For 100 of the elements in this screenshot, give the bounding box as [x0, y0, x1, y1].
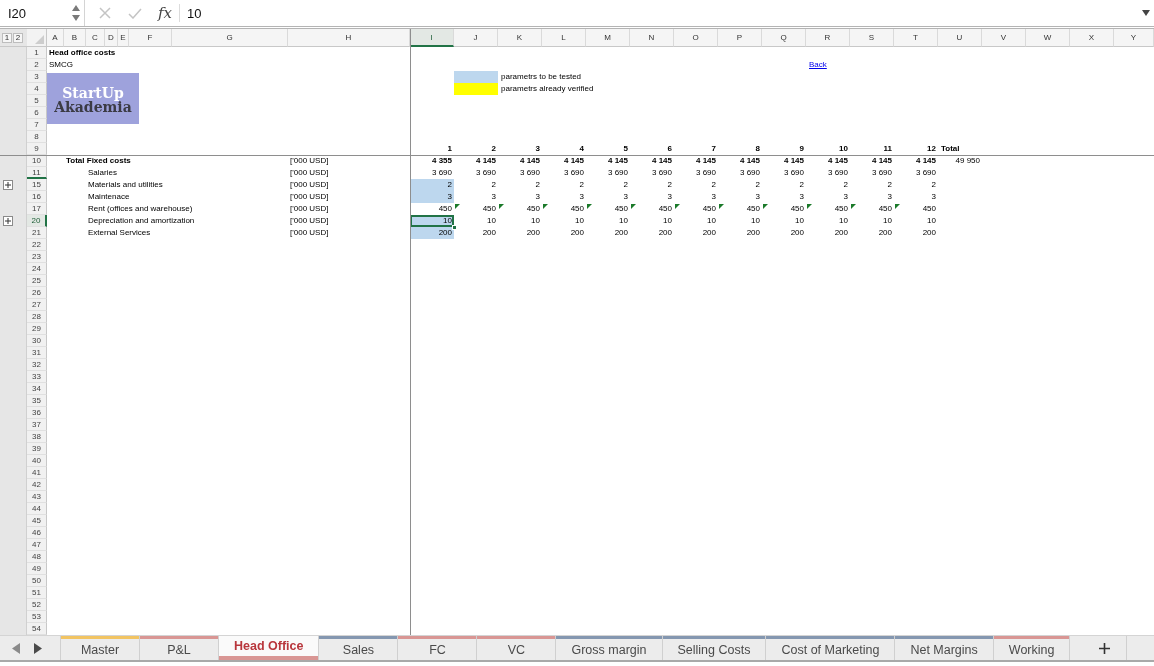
column-header[interactable]: E [118, 29, 129, 47]
sheet-tab[interactable]: Head Office [219, 636, 320, 660]
fill-handle[interactable] [452, 225, 457, 230]
column-header[interactable]: X [1070, 29, 1114, 47]
row-header[interactable]: 15 [27, 179, 47, 191]
sheet-tab[interactable]: Sales [319, 636, 399, 660]
row-header[interactable]: 45 [27, 515, 47, 527]
column-header[interactable]: V [982, 29, 1026, 47]
scroll-right-button[interactable] [34, 642, 42, 654]
sheet-tab[interactable]: P&L [140, 636, 219, 660]
row-header[interactable]: 25 [27, 275, 47, 287]
row-header[interactable]: 3 [27, 71, 47, 83]
row-header[interactable]: 32 [27, 359, 47, 371]
row-header[interactable]: 29 [27, 323, 47, 335]
row-header[interactable]: 4 [27, 83, 47, 95]
row-header[interactable]: 1 [27, 47, 47, 59]
row-header[interactable]: 50 [27, 575, 47, 587]
column-header[interactable]: D [105, 29, 118, 47]
column-header[interactable]: G [172, 29, 288, 47]
row-header[interactable]: 9 [27, 143, 47, 155]
column-header[interactable]: I [410, 29, 454, 47]
formula-field[interactable]: 10 [180, 0, 1142, 26]
row-header[interactable]: 54 [27, 623, 47, 635]
row-header[interactable]: 53 [27, 611, 47, 623]
row-header[interactable]: 23 [27, 251, 47, 263]
row-header[interactable]: 40 [27, 455, 47, 467]
outline-level-button[interactable]: 1 [2, 32, 12, 43]
row-header[interactable]: 21 [27, 227, 47, 239]
sheet-tab[interactable]: FC [398, 636, 478, 660]
table-cell-text: 3 690 [430, 167, 453, 179]
column-header[interactable]: O [674, 29, 718, 47]
row-header[interactable]: 20 [27, 215, 47, 227]
column-header[interactable]: N [630, 29, 674, 47]
row-header[interactable]: 5 [27, 95, 47, 107]
outline-level-button[interactable]: 2 [13, 32, 23, 43]
column-header[interactable]: R [806, 29, 850, 47]
column-header[interactable]: J [454, 29, 498, 47]
table-cell-text: 200 [613, 227, 629, 239]
row-header[interactable]: 34 [27, 383, 47, 395]
row-header[interactable]: 6 [27, 107, 47, 119]
row-header[interactable]: 43 [27, 491, 47, 503]
row-header[interactable]: 16 [27, 191, 47, 203]
caret-down-icon[interactable] [1142, 10, 1150, 16]
check-icon[interactable] [128, 7, 142, 19]
row-header[interactable]: 22 [27, 239, 47, 251]
column-header[interactable]: W [1026, 29, 1070, 47]
column-header[interactable]: F [129, 29, 172, 47]
row-header[interactable]: 41 [27, 467, 47, 479]
row-header[interactable]: 44 [27, 503, 47, 515]
stepper-icon[interactable] [72, 5, 80, 21]
row-header[interactable]: 2 [27, 59, 47, 71]
row-header[interactable]: 11 [27, 167, 47, 179]
expand-button[interactable] [3, 180, 13, 190]
row-header[interactable]: 36 [27, 407, 47, 419]
sheet-tab[interactable]: Net Margins [895, 636, 994, 660]
row-header[interactable]: 49 [27, 563, 47, 575]
column-header[interactable]: A [47, 29, 64, 47]
row-header[interactable]: 35 [27, 395, 47, 407]
row-header[interactable]: 39 [27, 443, 47, 455]
column-header[interactable]: M [586, 29, 630, 47]
row-header[interactable]: 37 [27, 419, 47, 431]
row-header[interactable]: 51 [27, 587, 47, 599]
column-header[interactable]: Q [762, 29, 806, 47]
scroll-left-button[interactable] [12, 642, 20, 654]
row-header[interactable]: 17 [27, 203, 47, 215]
function-button[interactable]: fx [158, 4, 172, 22]
row-header[interactable]: 33 [27, 371, 47, 383]
row-header[interactable]: 27 [27, 299, 47, 311]
sheet-tab[interactable]: Working [993, 636, 1071, 660]
row-header[interactable]: 28 [27, 311, 47, 323]
column-header[interactable]: B [64, 29, 86, 47]
row-header[interactable]: 31 [27, 347, 47, 359]
row-header[interactable]: 46 [27, 527, 47, 539]
row-header[interactable]: 24 [27, 263, 47, 275]
sheet-tab[interactable]: VC [477, 636, 557, 660]
row-header[interactable]: 8 [27, 131, 47, 143]
sheet-tab[interactable]: Selling Costs [662, 636, 767, 660]
row-header[interactable]: 52 [27, 599, 47, 611]
sheet-tab[interactable]: Gross margin [556, 636, 663, 660]
column-header[interactable]: U [938, 29, 982, 47]
column-header[interactable]: P [718, 29, 762, 47]
column-header[interactable]: S [850, 29, 894, 47]
name-box[interactable]: I20 [0, 0, 85, 26]
column-header[interactable]: L [542, 29, 586, 47]
expand-button[interactable] [3, 216, 13, 226]
row-header[interactable]: 7 [27, 119, 47, 131]
sheet-tab[interactable]: Master [61, 636, 140, 660]
row-header[interactable]: 26 [27, 287, 47, 299]
row-header[interactable]: 30 [27, 335, 47, 347]
row-header[interactable]: 38 [27, 431, 47, 443]
column-header[interactable]: T [894, 29, 938, 47]
column-header[interactable]: K [498, 29, 542, 47]
back-link[interactable]: Back [806, 59, 830, 71]
sheet-tab[interactable]: Cost of Marketing [766, 636, 896, 660]
row-header[interactable]: 47 [27, 539, 47, 551]
row-header[interactable]: 42 [27, 479, 47, 491]
column-header[interactable]: C [86, 29, 105, 47]
column-header[interactable]: Y [1114, 29, 1154, 47]
row-header[interactable]: 48 [27, 551, 47, 563]
column-header[interactable]: H [288, 29, 410, 47]
